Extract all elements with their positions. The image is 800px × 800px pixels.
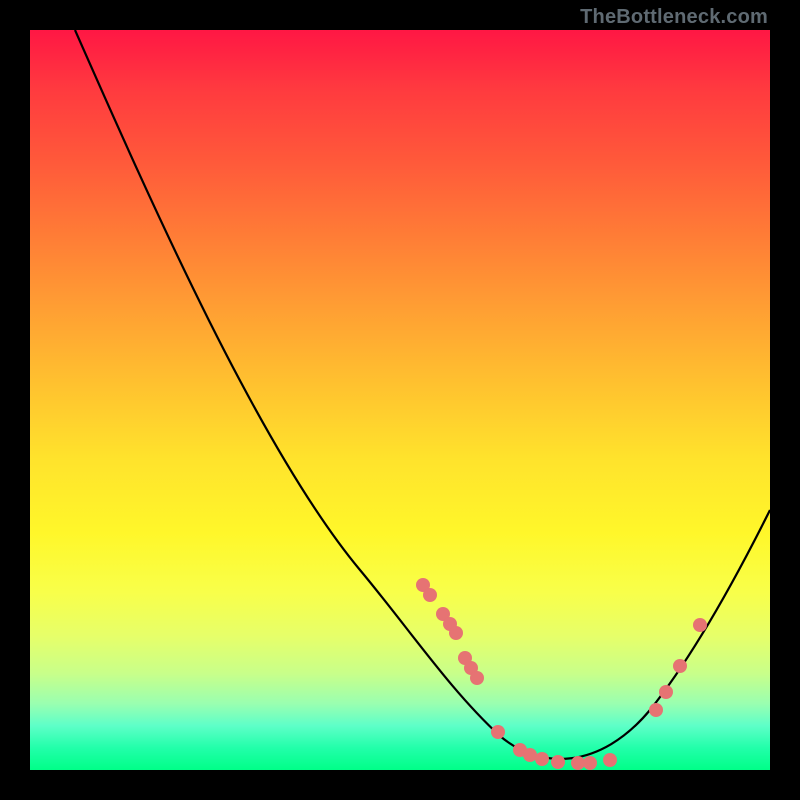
curve-marker (583, 756, 597, 770)
curve-marker (603, 753, 617, 767)
curve-marker (693, 618, 707, 632)
curve-marker (571, 756, 585, 770)
curve-marker (523, 748, 537, 762)
curve-markers (416, 578, 707, 770)
curve-marker (535, 752, 549, 766)
bottleneck-curve (75, 30, 770, 759)
chart-area (30, 30, 770, 770)
watermark-text: TheBottleneck.com (580, 6, 768, 29)
curve-marker (659, 685, 673, 699)
curve-marker (470, 671, 484, 685)
curve-marker (649, 703, 663, 717)
curve-marker (551, 755, 565, 769)
curve-marker (673, 659, 687, 673)
curve-svg (30, 30, 770, 770)
curve-marker (491, 725, 505, 739)
curve-marker (449, 626, 463, 640)
curve-marker (423, 588, 437, 602)
